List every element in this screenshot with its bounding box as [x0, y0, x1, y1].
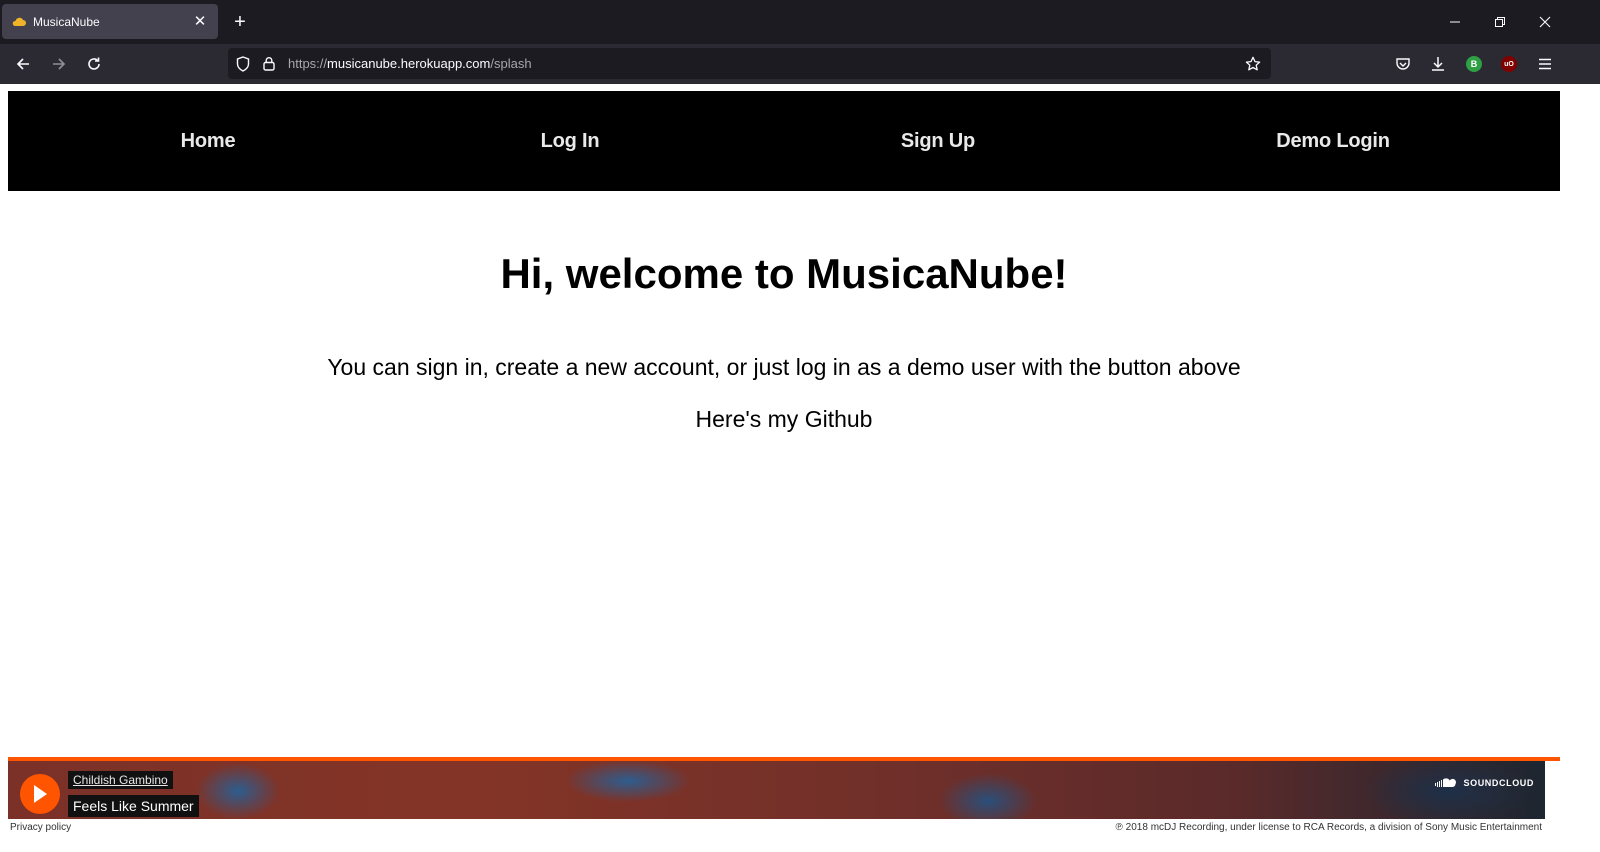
reload-icon[interactable] [84, 54, 104, 74]
bookmark-star-icon[interactable] [1243, 54, 1263, 74]
lock-icon[interactable] [260, 55, 278, 73]
page-viewport: Home Log In Sign Up Demo Login Hi, welco… [0, 84, 1600, 852]
track-title[interactable]: Feels Like Summer [68, 795, 199, 817]
close-tab-icon[interactable]: ✕ [192, 14, 208, 29]
minimize-icon[interactable] [1445, 12, 1465, 32]
copyright-text: ℗ 2018 mcDJ Recording, under license to … [1115, 822, 1542, 833]
pocket-icon[interactable] [1393, 54, 1413, 74]
player-footer: Privacy policy ℗ 2018 mcDJ Recording, un… [8, 819, 1560, 835]
close-window-icon[interactable] [1535, 12, 1555, 32]
soundcloud-player: Childish Gambino Feels Like Summer SOUND… [8, 757, 1560, 835]
extension-b-icon[interactable]: B [1464, 54, 1484, 74]
shield-icon[interactable] [234, 55, 252, 73]
menu-icon[interactable] [1535, 54, 1555, 74]
soundcloud-logo[interactable]: SOUNDCLOUD [1434, 777, 1535, 788]
nav-login-link[interactable]: Log In [520, 91, 620, 191]
play-button[interactable] [20, 774, 60, 814]
tab-title: MusicaNube [33, 14, 100, 29]
browser-tab[interactable]: MusicaNube ✕ [2, 4, 218, 39]
download-icon[interactable] [1428, 54, 1448, 74]
back-icon[interactable] [13, 54, 33, 74]
github-text: Here's my Github [8, 406, 1560, 433]
browser-tab-bar: MusicaNube ✕ + [0, 0, 1600, 44]
soundcloud-wordmark: SOUNDCLOUD [1463, 777, 1534, 788]
page-title: Hi, welcome to MusicaNube! [500, 250, 1068, 297]
url-bar[interactable]: https://musicanube.herokuapp.com/splash [228, 48, 1271, 79]
soundcloud-icon [1434, 778, 1456, 787]
forward-icon[interactable] [49, 54, 69, 74]
url-text: https://musicanube.herokuapp.com/splash [288, 56, 532, 71]
nav-home-link[interactable]: Home [158, 91, 258, 191]
intro-text: You can sign in, create a new account, o… [327, 354, 1241, 380]
browser-toolbar: https://musicanube.herokuapp.com/splash … [0, 44, 1600, 84]
play-icon [34, 785, 47, 803]
github-link[interactable]: Here's my Github [696, 406, 873, 432]
privacy-policy-link[interactable]: Privacy policy [10, 822, 71, 833]
ublock-icon[interactable]: uO [1499, 54, 1519, 74]
artist-link[interactable]: Childish Gambino [68, 771, 173, 789]
album-artwork[interactable] [8, 761, 1545, 819]
new-tab-icon[interactable]: + [230, 12, 250, 32]
site-navbar: Home Log In Sign Up Demo Login [8, 91, 1560, 191]
nav-demo-login-link[interactable]: Demo Login [1248, 91, 1418, 191]
restore-icon[interactable] [1490, 12, 1510, 32]
cloud-icon [12, 15, 26, 29]
nav-signup-link[interactable]: Sign Up [878, 91, 998, 191]
